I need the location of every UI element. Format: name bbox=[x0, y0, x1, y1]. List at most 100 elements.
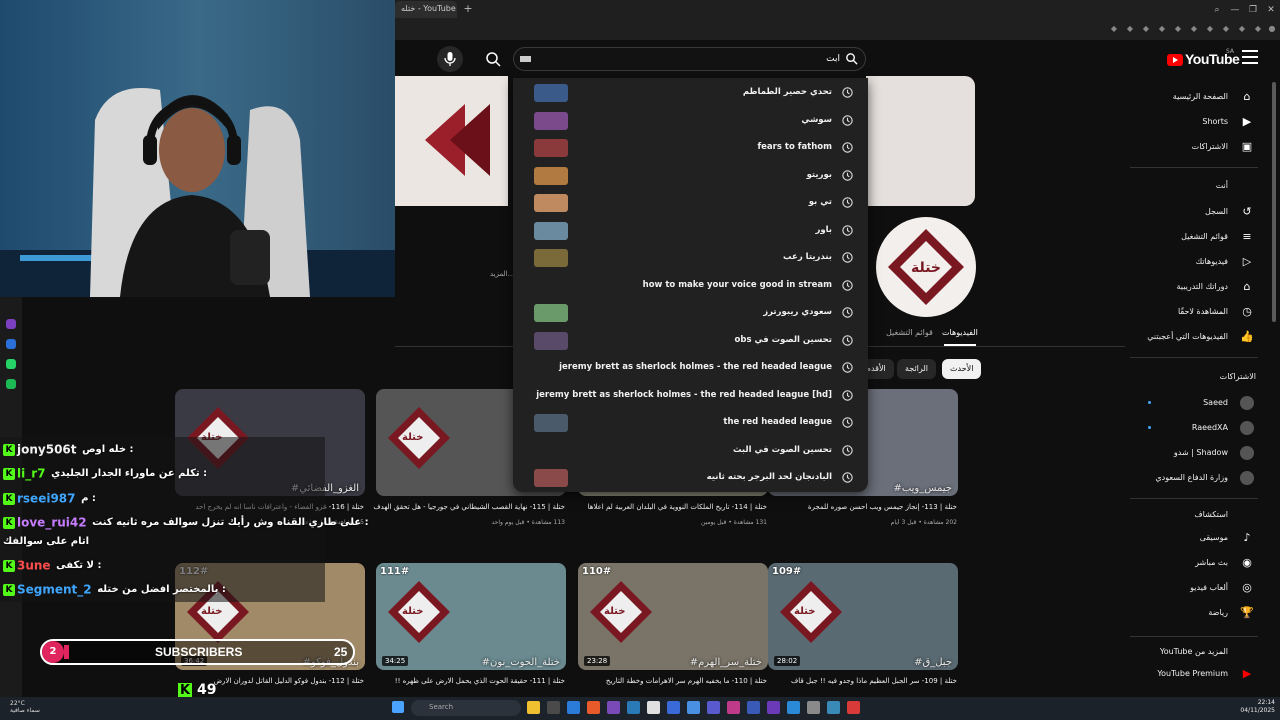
search-tabs-icon[interactable]: ⌕ bbox=[1210, 3, 1224, 17]
video-thumbnail[interactable]: ختلة 109# 28:02 #جبل_ق bbox=[768, 563, 958, 670]
extension-icon[interactable]: ◆ bbox=[1236, 24, 1248, 36]
taskbar-app-icon[interactable] bbox=[667, 701, 680, 714]
spotify-icon[interactable] bbox=[6, 379, 16, 389]
search-suggestion[interactable]: fears to fathom bbox=[513, 134, 868, 161]
extension-icon[interactable]: ◆ bbox=[1252, 24, 1264, 36]
taskbar-app-icon[interactable] bbox=[847, 701, 860, 714]
sidebar-section-subscriptions[interactable]: الاشتراكات bbox=[1130, 372, 1258, 381]
taskbar-app-icon[interactable] bbox=[647, 701, 660, 714]
search-suggestion[interactable]: تحسين الصوت في obs bbox=[513, 327, 868, 354]
taskbar-app-icon[interactable] bbox=[587, 701, 600, 714]
suggestion-text: تي بو bbox=[808, 197, 832, 207]
search-suggestion[interactable]: تحدي حصير الطماطم bbox=[513, 79, 868, 106]
extension-icon[interactable]: ◆ bbox=[1156, 24, 1168, 36]
sidebar-item[interactable]: Saeed bbox=[1130, 392, 1258, 414]
minimize-button[interactable]: — bbox=[1228, 3, 1242, 17]
sidebar-item[interactable]: الفيديوهات التي أعجبتني 👍 bbox=[1130, 326, 1258, 348]
close-window-button[interactable]: ✕ bbox=[1264, 3, 1278, 17]
sidebar-item[interactable]: المشاهدة لاحقًا ◷ bbox=[1130, 301, 1258, 323]
taskbar-app-icon[interactable] bbox=[727, 701, 740, 714]
profile-icon[interactable]: ● bbox=[1266, 24, 1278, 36]
sidebar-item[interactable]: موسيقى ♪ bbox=[1130, 527, 1258, 549]
search-suggestion[interactable]: the red headed league bbox=[513, 409, 868, 436]
maximize-button[interactable]: ❐ bbox=[1246, 3, 1260, 17]
weather-widget[interactable]: 22°C سماء صافية bbox=[10, 700, 40, 714]
extension-icon[interactable]: ◆ bbox=[1204, 24, 1216, 36]
taskbar-app-icon[interactable] bbox=[787, 701, 800, 714]
search-suggestion[interactable]: how to make your voice good in stream bbox=[513, 272, 868, 299]
browser-tab[interactable]: ختله - YouTube bbox=[395, 1, 457, 18]
sidebar-item[interactable]: رياضة 🏆 bbox=[1130, 602, 1258, 624]
sidebar-item[interactable]: فيديوهاتك ▷ bbox=[1130, 251, 1258, 273]
tab-playlists[interactable]: قوائم التشغيل bbox=[886, 328, 933, 337]
hamburger-menu-icon[interactable] bbox=[1242, 50, 1258, 66]
search-suggestion[interactable]: البادنجان لحد البرجر بحته ثانيه bbox=[513, 464, 868, 491]
sidebar-item[interactable]: Shadow | شدو bbox=[1130, 442, 1258, 464]
taskbar-app-icon[interactable] bbox=[747, 701, 760, 714]
sidebar-item[interactable]: قوائم التشغيل ≡ bbox=[1130, 226, 1258, 248]
extension-icon[interactable]: ◆ bbox=[1172, 24, 1184, 36]
extension-icon[interactable]: ◆ bbox=[1124, 24, 1136, 36]
windows-start-icon[interactable] bbox=[392, 701, 404, 713]
sidebar-item[interactable]: وزارة الدفاع السعودي bbox=[1130, 467, 1258, 489]
taskbar-app-icon[interactable] bbox=[527, 701, 540, 714]
extension-icon[interactable]: ◆ bbox=[1188, 24, 1200, 36]
channel-more-link[interactable]: المزيد... bbox=[490, 270, 514, 278]
sidebar-item[interactable]: الصفحة الرئيسية ⌂ bbox=[1130, 86, 1258, 108]
video-title[interactable]: ختلة | 109- سر الجبل العظيم ماذا وجدو في… bbox=[765, 676, 957, 686]
sidebar-item[interactable]: ألعاب فيديو ◎ bbox=[1130, 577, 1258, 599]
taskbar-app-icon[interactable] bbox=[807, 701, 820, 714]
extension-icon[interactable]: ◆ bbox=[1220, 24, 1232, 36]
search-suggestion[interactable]: باور bbox=[513, 217, 868, 244]
channel-avatar[interactable]: ختلة bbox=[876, 217, 976, 317]
search-suggestion[interactable]: بندريتا رعب bbox=[513, 244, 868, 271]
app-icon[interactable] bbox=[6, 339, 16, 349]
system-clock[interactable]: 22:14 04/11/2025 bbox=[1225, 699, 1275, 715]
video-thumbnail[interactable]: ختلة 111# 34:25 #ختلة_الحوت_نون bbox=[376, 563, 566, 670]
sidebar-item[interactable]: دوراتك التدريبية ⌂ bbox=[1130, 276, 1258, 298]
sidebar-item[interactable]: الاشتراكات ▣ bbox=[1130, 136, 1258, 158]
search-suggestion[interactable]: بوريتو bbox=[513, 162, 868, 189]
search-suggestion[interactable]: jeremy brett as sherlock holmes - the re… bbox=[513, 354, 868, 381]
search-button[interactable] bbox=[478, 47, 508, 71]
taskbar-app-icon[interactable] bbox=[567, 701, 580, 714]
extension-icon[interactable]: ◆ bbox=[1140, 24, 1152, 36]
taskbar-app-icon[interactable] bbox=[707, 701, 720, 714]
taskbar-app-icon[interactable] bbox=[827, 701, 840, 714]
search-input[interactable] bbox=[520, 50, 840, 68]
search-suggestion[interactable]: تحسين الصوت في البث bbox=[513, 437, 868, 464]
chip-latest[interactable]: الأحدث bbox=[942, 359, 982, 379]
video-title[interactable]: ختلة | 111- حقيقة الحوت الذي يحمل الارض … bbox=[373, 676, 565, 686]
video-title[interactable]: ختلة | 113- إنجاز جيمس ويب احسن صوره للم… bbox=[765, 502, 957, 512]
taskbar-app-icon[interactable] bbox=[547, 701, 560, 714]
taskbar-app-icon[interactable] bbox=[767, 701, 780, 714]
video-title[interactable]: ختلة | 110- ما يخفيه الهرم سر الاهرامات … bbox=[575, 676, 767, 686]
tab-videos[interactable]: الفيديوهات bbox=[942, 328, 978, 337]
new-tab-button[interactable]: + bbox=[462, 3, 474, 15]
chat-username: rseei987 bbox=[17, 491, 76, 506]
sidebar-item[interactable]: السجل ↺ bbox=[1130, 201, 1258, 223]
extension-icon[interactable]: ◆ bbox=[1108, 24, 1120, 36]
search-suggestion[interactable]: سوشي bbox=[513, 107, 868, 134]
taskbar-app-icon[interactable] bbox=[607, 701, 620, 714]
whatsapp-icon[interactable] bbox=[6, 359, 16, 369]
voice-search-button[interactable] bbox=[437, 46, 463, 72]
scrollbar-thumb[interactable] bbox=[1272, 82, 1276, 322]
search-suggestion[interactable]: سعودي ريبورترز bbox=[513, 299, 868, 326]
youtube-logo[interactable]: YouTube SA bbox=[1167, 48, 1240, 69]
sidebar-item[interactable]: بث مباشر ◉ bbox=[1130, 552, 1258, 574]
sidebar-item[interactable]: YouTube Premium ▶ bbox=[1130, 663, 1258, 685]
video-title[interactable]: ختلة | 115- نهاية القصب الشيطاني في جورج… bbox=[373, 502, 565, 512]
taskbar-app-icon[interactable] bbox=[627, 701, 640, 714]
taskbar-app-icon[interactable] bbox=[687, 701, 700, 714]
video-thumbnail[interactable]: ختلة 110# 23:28 #ختلة_سر_الهرم bbox=[578, 563, 768, 670]
sidebar-section-you[interactable]: أنت bbox=[1130, 181, 1258, 190]
taskbar-search[interactable]: Search bbox=[411, 700, 521, 716]
sidebar-item[interactable]: Shorts ▶ bbox=[1130, 111, 1258, 133]
search-suggestion[interactable]: تي بو bbox=[513, 189, 868, 216]
sidebar-item[interactable]: RaeedXA bbox=[1130, 417, 1258, 439]
app-icon[interactable] bbox=[6, 319, 16, 329]
video-title[interactable]: ختلة | 114- تاريخ الملكات النووية في الب… bbox=[575, 502, 767, 512]
chip-popular[interactable]: الرائجة bbox=[897, 359, 936, 379]
search-suggestion[interactable]: jeremy brett as sherlock holmes - the re… bbox=[513, 382, 868, 409]
